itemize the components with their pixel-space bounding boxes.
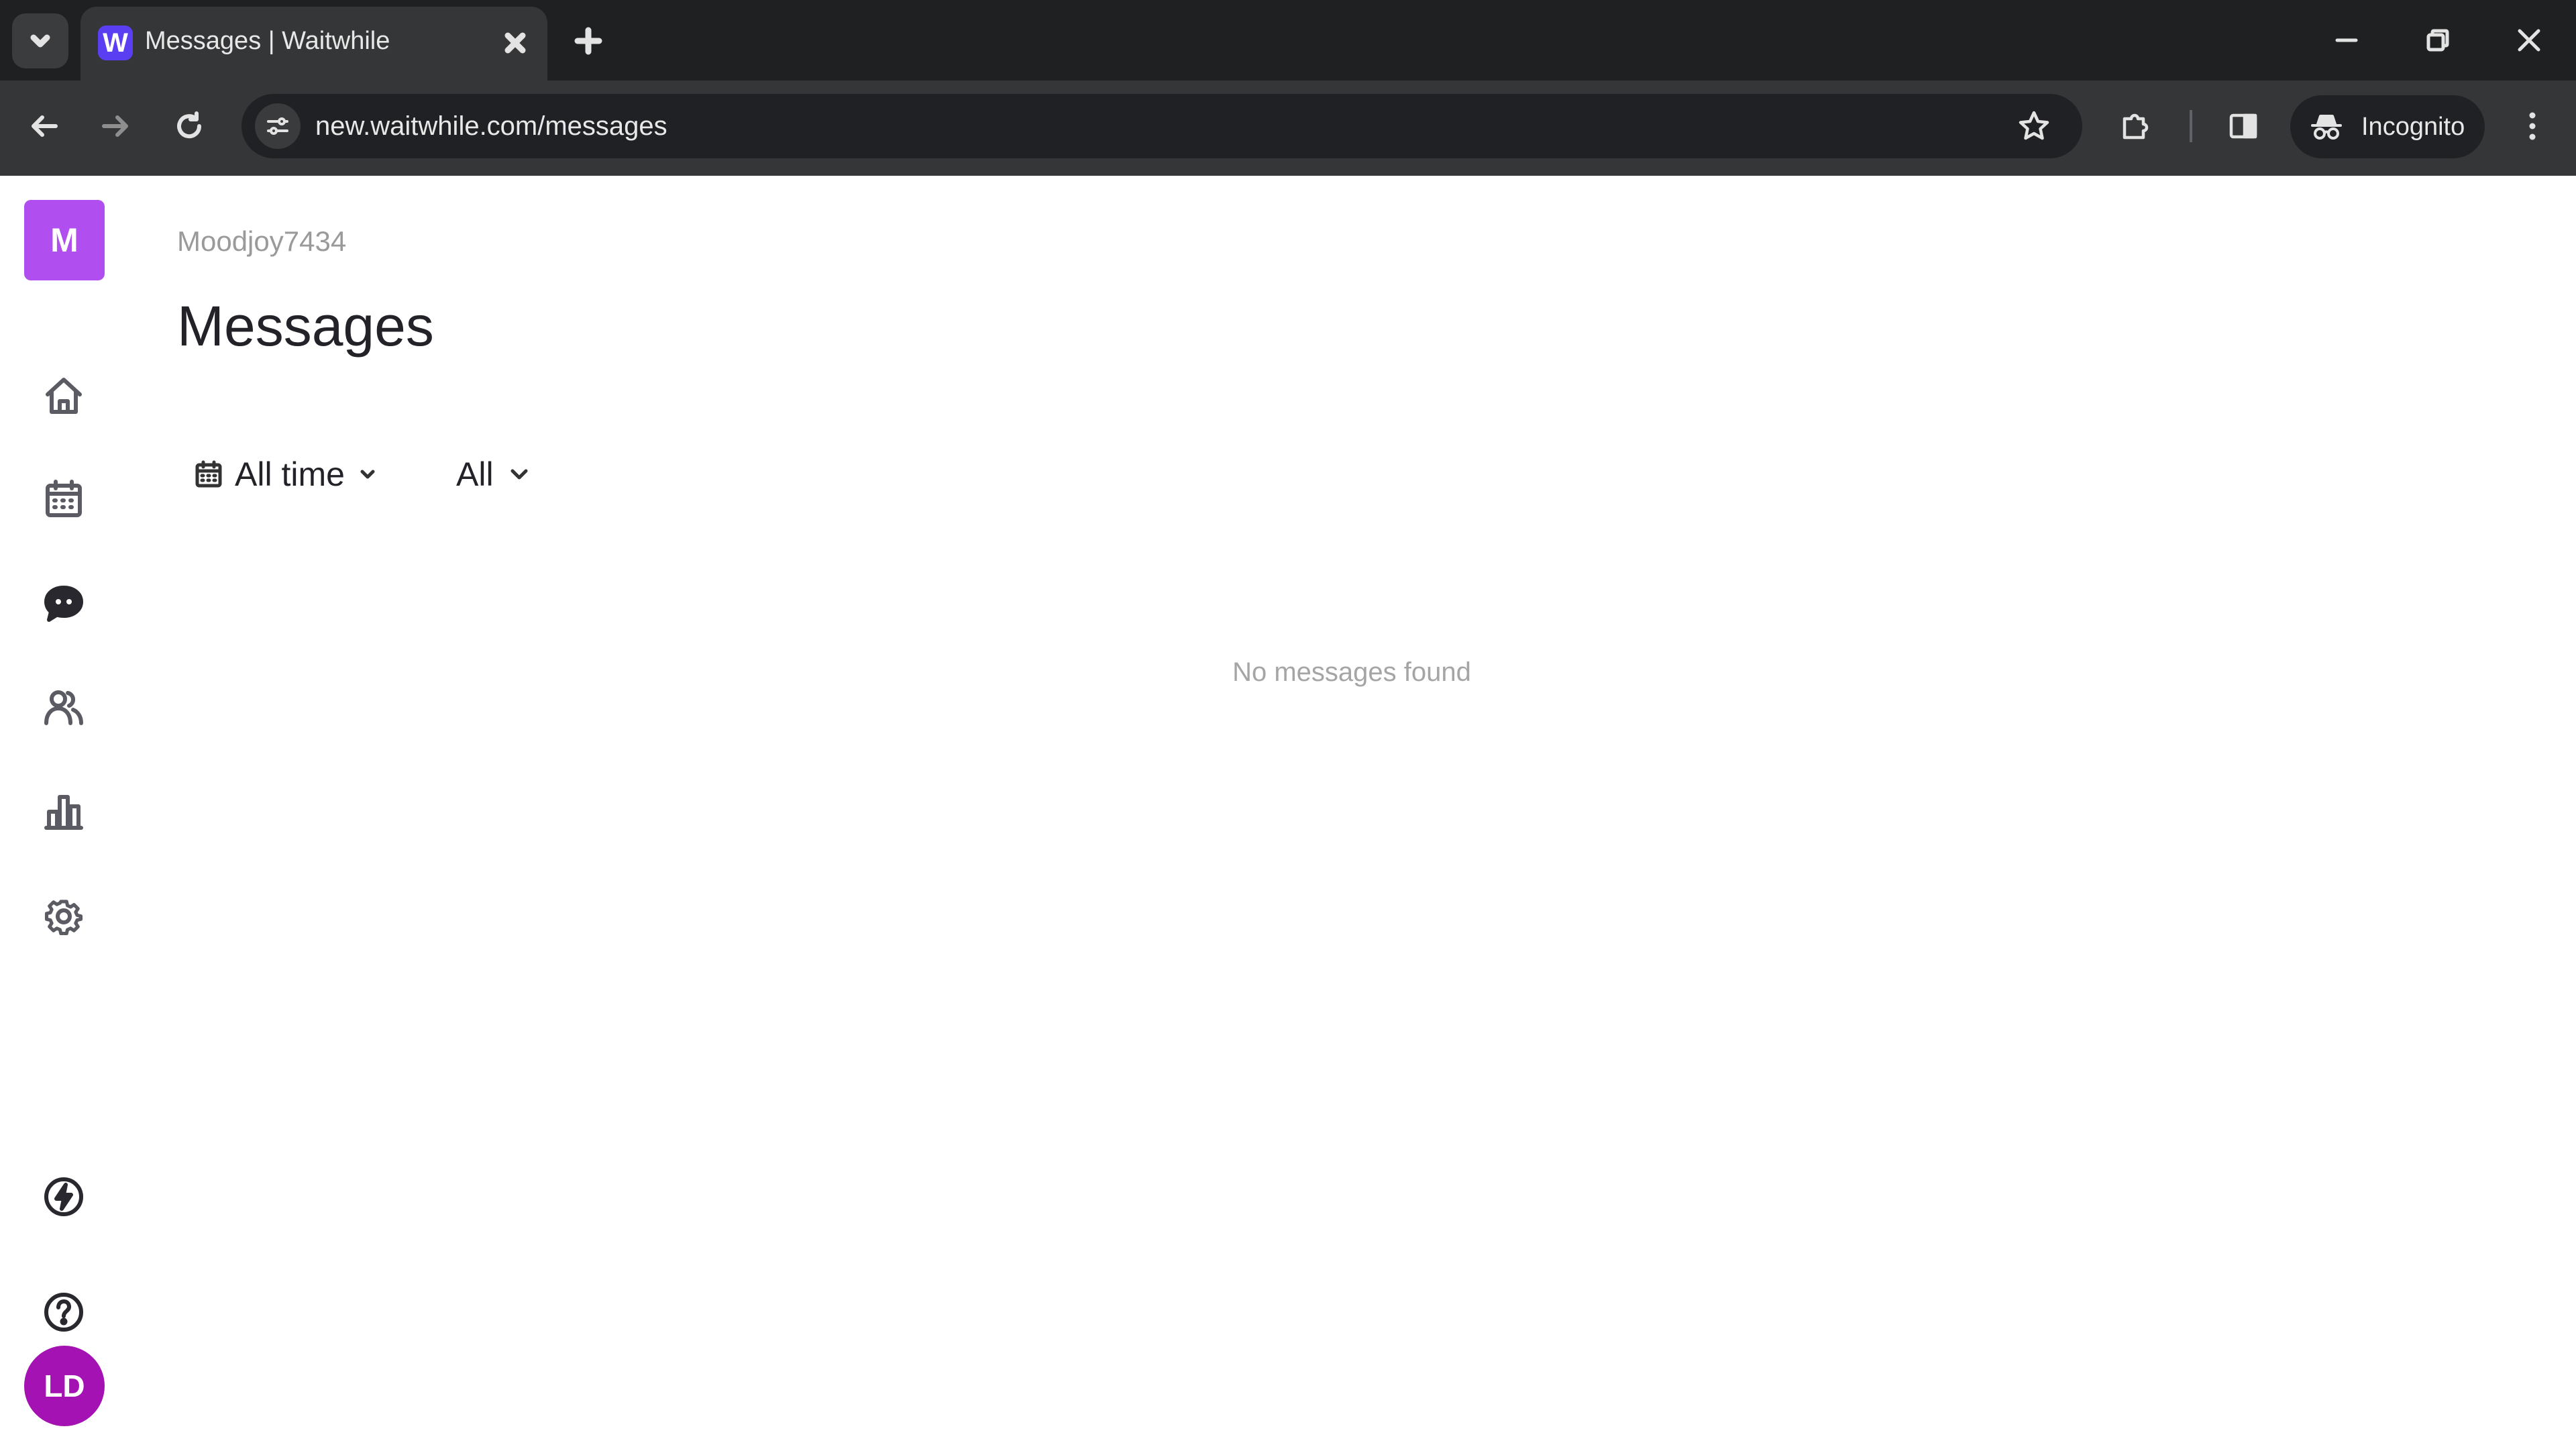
sidebar-item-settings[interactable] — [23, 876, 104, 957]
tune-icon — [267, 117, 288, 135]
address-bar[interactable]: new.waitwhile.com/messages — [241, 94, 2082, 158]
lightning-icon — [44, 1177, 83, 1216]
chevron-down-icon — [30, 34, 50, 48]
close-tab-button[interactable] — [494, 21, 537, 64]
new-tab-button[interactable] — [564, 16, 613, 66]
chevron-down-icon — [360, 470, 375, 479]
sidebar-item-home[interactable] — [23, 356, 104, 436]
bar-chart-icon — [44, 795, 83, 830]
date-range-filter-label: All time — [235, 455, 345, 493]
date-range-filter[interactable]: All time — [195, 449, 378, 499]
forward-button[interactable] — [91, 101, 140, 152]
home-icon — [46, 378, 82, 414]
toolbar-divider — [2190, 110, 2192, 142]
site-info-button[interactable] — [255, 103, 301, 149]
account-name: Moodjoy7434 — [177, 225, 347, 257]
sidebar-item-customers[interactable] — [23, 667, 104, 747]
empty-state-message: No messages found — [1232, 657, 1471, 687]
gear-icon — [44, 900, 83, 936]
tab-title: Messages | Waitwhile — [145, 27, 390, 55]
bookmark-button[interactable] — [2008, 101, 2059, 152]
reload-icon — [177, 111, 202, 139]
browser-tab-active[interactable]: W Messages | Waitwhile — [80, 7, 547, 82]
three-dots-icon — [2529, 112, 2536, 140]
arrow-left-icon — [32, 115, 58, 137]
browser-menu-button[interactable] — [2509, 101, 2556, 152]
incognito-label: Incognito — [2361, 113, 2465, 141]
side-panel-button[interactable] — [2218, 101, 2269, 152]
window-restore-button[interactable] — [2410, 13, 2466, 67]
incognito-indicator[interactable]: Incognito — [2290, 95, 2485, 158]
page-title: Messages — [177, 294, 434, 358]
sidebar-item-help[interactable] — [23, 1272, 104, 1352]
window-minimize-button[interactable] — [2318, 13, 2375, 67]
plus-icon — [574, 27, 602, 55]
app-sidebar: M LD — [0, 176, 127, 1449]
back-button[interactable] — [20, 101, 68, 152]
minimize-icon — [2335, 38, 2358, 42]
puzzle-icon — [2123, 113, 2149, 140]
user-avatar-button[interactable]: LD — [24, 1346, 105, 1426]
message-type-filter-label: All — [456, 455, 494, 493]
star-icon — [2019, 111, 2049, 140]
help-icon — [44, 1293, 83, 1332]
restore-icon — [2426, 29, 2449, 52]
tab-list-button[interactable] — [12, 13, 68, 68]
workspace-logo-button[interactable]: M — [24, 200, 105, 280]
browser-tab-strip: W Messages | Waitwhile — [0, 0, 2576, 82]
side-panel-icon — [2229, 113, 2257, 139]
window-close-button[interactable] — [2501, 13, 2557, 67]
extensions-button[interactable] — [2110, 101, 2161, 152]
chat-bubble-icon — [44, 586, 83, 622]
url-text: new.waitwhile.com/messages — [315, 111, 667, 141]
message-type-filter[interactable]: All — [456, 449, 531, 499]
chevron-down-icon — [511, 469, 528, 480]
sidebar-item-whats-new[interactable] — [23, 1157, 104, 1237]
close-icon — [504, 32, 526, 54]
calendar-icon — [195, 460, 222, 488]
calendar-icon — [46, 480, 82, 517]
arrow-right-icon — [102, 115, 128, 137]
incognito-icon — [2308, 109, 2345, 146]
sidebar-item-analytics[interactable] — [23, 771, 104, 852]
close-window-icon — [2518, 29, 2540, 52]
sidebar-item-messages[interactable] — [23, 564, 104, 644]
sidebar-item-calendar[interactable] — [23, 459, 104, 539]
reload-button[interactable] — [165, 101, 213, 152]
users-icon — [44, 690, 83, 725]
waitwhile-favicon-icon: W — [98, 25, 133, 60]
